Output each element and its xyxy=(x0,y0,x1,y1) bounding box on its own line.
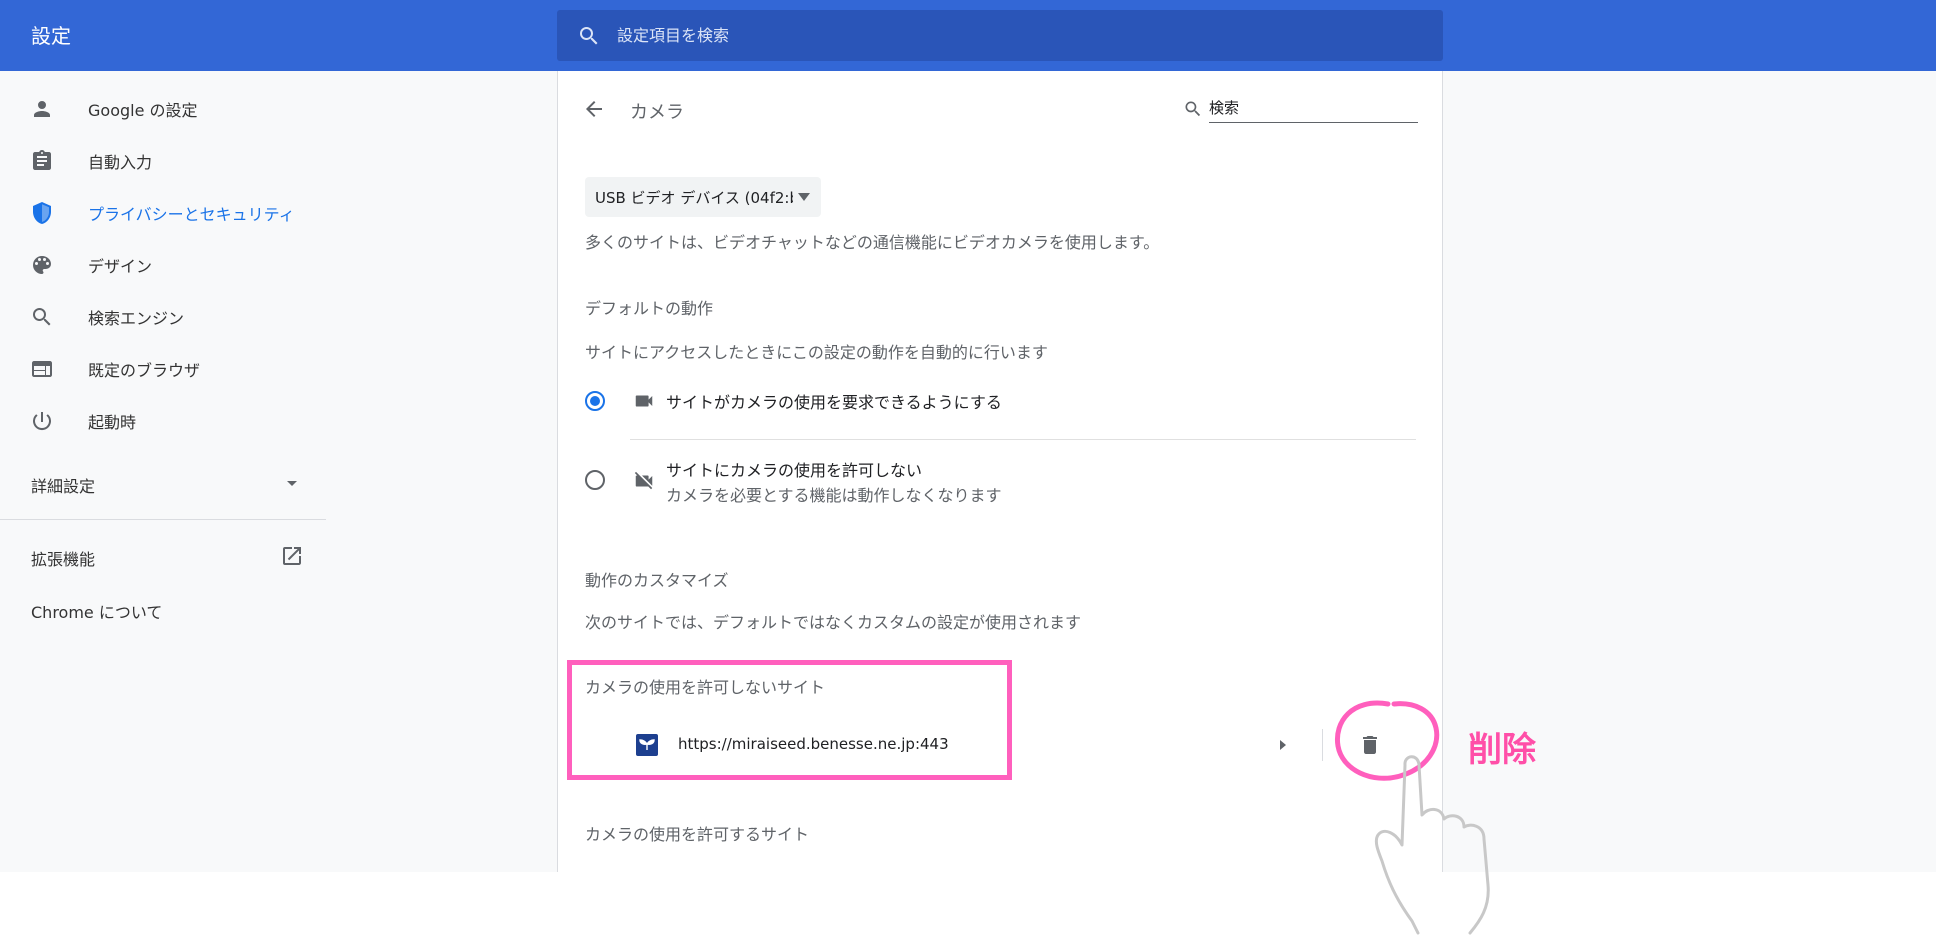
row-separator xyxy=(1322,729,1323,761)
extensions-label: 拡張機能 xyxy=(31,550,96,569)
radio-allow-request[interactable] xyxy=(585,391,605,411)
palette-icon xyxy=(33,256,51,274)
dropdown-arrow-icon xyxy=(798,193,810,201)
sidebar-item-search-engine[interactable]: 検索エンジン xyxy=(0,295,326,339)
pointing-hand-icon xyxy=(1374,755,1490,935)
camera-device-value: USB ビデオ デバイス (04f2:b6 xyxy=(595,189,793,207)
person-icon xyxy=(34,101,50,117)
sidebar-item-design[interactable]: デザイン xyxy=(0,243,326,287)
about-chrome-link[interactable]: Chrome について xyxy=(31,599,162,623)
sidebar-item-label: 検索エンジン xyxy=(88,309,185,328)
search-icon xyxy=(580,27,598,45)
browser-icon xyxy=(32,361,52,377)
sidebar-item-label: 起動時 xyxy=(88,413,137,432)
camera-description: 多くのサイトは、ビデオチャットなどの通信機能にビデオカメラを使用します。 xyxy=(585,233,1160,252)
sidebar-item-label: プライバシーとセキュリティ xyxy=(88,205,295,224)
option-label: サイトにカメラの使用を許可しない xyxy=(666,461,923,480)
clipboard-icon xyxy=(33,150,51,170)
custom-behavior-heading: 動作のカスタマイズ xyxy=(585,571,729,590)
open-in-new-icon xyxy=(283,547,301,565)
sidebar-item-startup[interactable]: 起動時 xyxy=(0,399,326,443)
sidebar-item-label: 自動入力 xyxy=(88,153,153,172)
allowed-sites-heading: カメラの使用を許可するサイト xyxy=(585,825,810,844)
camera-device-select[interactable]: USB ビデオ デバイス (04f2:b6 xyxy=(585,177,821,217)
custom-behavior-description: 次のサイトでは、デフォルトではなくカスタムの設定が使用されます xyxy=(585,613,1082,632)
search-icon xyxy=(33,308,51,326)
highlight-rectangle xyxy=(567,660,1012,780)
sidebar-divider xyxy=(0,519,326,520)
power-icon xyxy=(33,412,51,431)
sidebar-item-default-browser[interactable]: 既定のブラウザ xyxy=(0,347,326,391)
option-label: サイトがカメラの使用を要求できるようにする xyxy=(666,393,1002,412)
radio-block[interactable] xyxy=(585,470,605,490)
default-behavior-description: サイトにアクセスしたときにこの設定の動作を自動的に行います xyxy=(585,343,1048,362)
page-title: カメラ xyxy=(630,102,684,123)
arrow-right-icon[interactable] xyxy=(1276,737,1290,753)
sidebar-item-google[interactable]: Google の設定 xyxy=(0,87,326,131)
sidebar-item-label: デザイン xyxy=(88,257,153,276)
videocam-icon xyxy=(635,395,653,407)
settings-search-input[interactable] xyxy=(617,10,1417,61)
default-behavior-heading: デフォルトの動作 xyxy=(585,299,714,318)
top-bar: 設定 xyxy=(0,0,1936,71)
camera-search[interactable] xyxy=(1183,93,1423,123)
chevron-down-icon xyxy=(287,481,297,486)
option-sublabel: カメラを必要とする機能は動作しなくなります xyxy=(666,486,1002,505)
app-title: 設定 xyxy=(31,24,71,48)
settings-search-box[interactable] xyxy=(557,10,1443,61)
option-divider xyxy=(630,439,1416,440)
sidebar-item-label: 既定のブラウザ xyxy=(88,361,201,380)
advanced-settings-label: 詳細設定 xyxy=(31,477,96,496)
sidebar-item-label: Google の設定 xyxy=(88,101,198,120)
shield-icon xyxy=(33,202,51,224)
sidebar-item-autofill[interactable]: 自動入力 xyxy=(0,139,326,183)
search-icon xyxy=(1185,101,1201,117)
videocam-off-icon xyxy=(634,471,653,490)
extensions-link[interactable]: 拡張機能 xyxy=(0,537,326,577)
camera-search-input[interactable] xyxy=(1209,93,1418,123)
advanced-settings-toggle[interactable]: 詳細設定 xyxy=(0,461,326,505)
back-arrow-icon[interactable] xyxy=(582,97,606,121)
sidebar-item-privacy[interactable]: プライバシーとセキュリティ xyxy=(0,191,326,235)
